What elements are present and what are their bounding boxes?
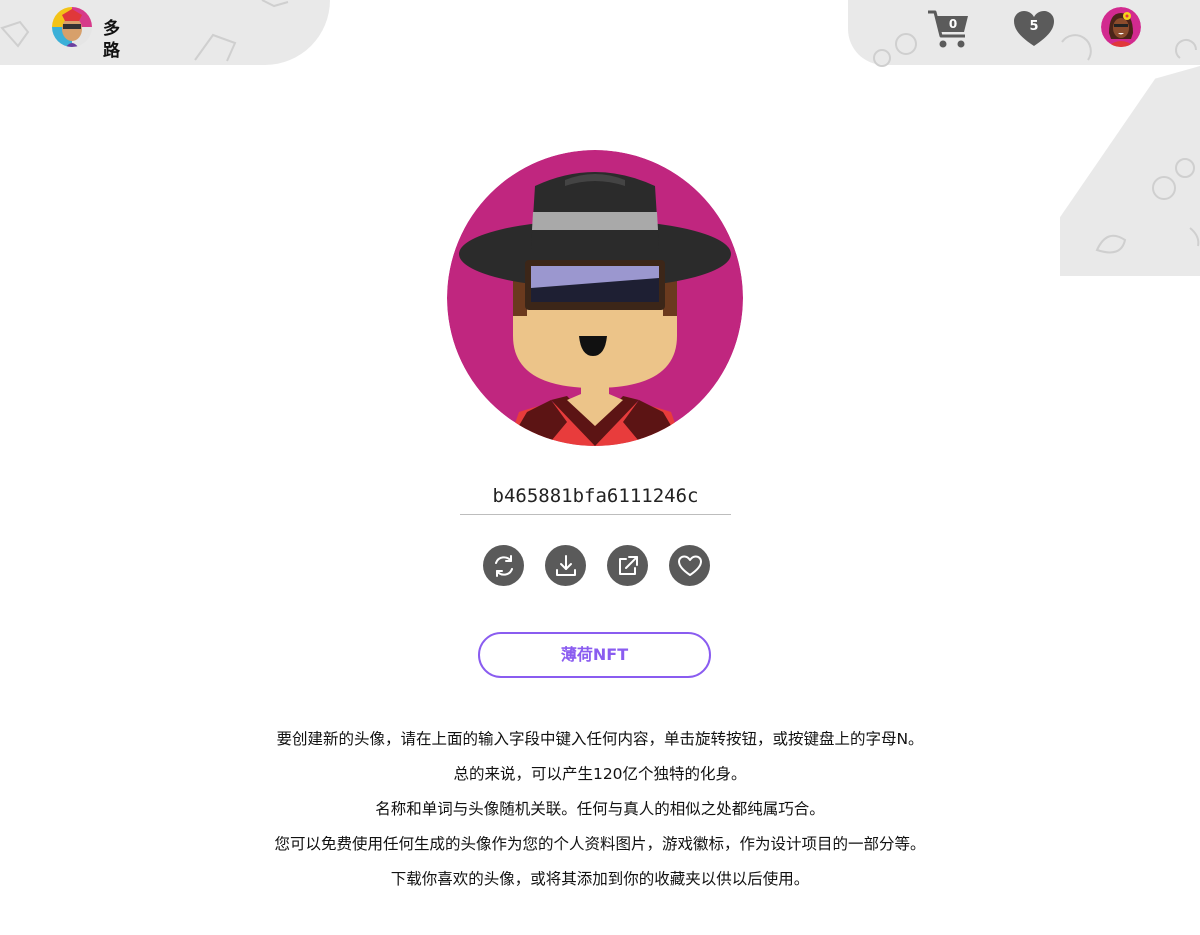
user-avatar-icon bbox=[1101, 7, 1141, 47]
cart-button[interactable]: 0 bbox=[926, 8, 972, 50]
generated-avatar bbox=[447, 150, 743, 446]
avatar-actions bbox=[483, 545, 710, 586]
cart-count: 0 bbox=[948, 17, 958, 31]
page: 多路 0 5 b465881bfa6111246c 薄荷NFT 要创建新的头像，… bbox=[0, 0, 1200, 935]
refresh-icon bbox=[494, 554, 513, 577]
description-line: 您可以免费使用任何生成的头像作为您的个人资料图片，游戏徽标，作为设计项目的一部分… bbox=[274, 835, 926, 853]
logo[interactable] bbox=[52, 7, 92, 47]
description-line: 总的来说，可以产生120亿个独特的化身。 bbox=[453, 765, 747, 783]
external-link-icon bbox=[618, 555, 638, 575]
description-line: 要创建新的头像，请在上面的输入字段中键入任何内容，单击旋转按钮，或按键盘上的字母… bbox=[276, 730, 924, 748]
download-button[interactable] bbox=[545, 545, 586, 586]
heart-outline-icon bbox=[677, 555, 702, 576]
favorites-button[interactable]: 5 bbox=[1013, 10, 1055, 48]
open-external-button[interactable] bbox=[607, 545, 648, 586]
seed-input-wrapper bbox=[460, 480, 731, 515]
favorite-button[interactable] bbox=[669, 545, 710, 586]
description-line: 下载你喜欢的头像，或将其添加到你的收藏夹以供以后使用。 bbox=[390, 870, 810, 888]
refresh-button[interactable] bbox=[483, 545, 524, 586]
multi-avatar-logo-icon bbox=[52, 7, 92, 47]
mint-nft-button[interactable]: 薄荷NFT bbox=[478, 632, 711, 678]
description-line: 名称和单词与头像随机关联。任何与真人的相似之处都纯属巧合。 bbox=[375, 800, 825, 818]
seed-input[interactable] bbox=[460, 480, 731, 512]
generated-avatar-hat-glasses bbox=[447, 150, 743, 446]
download-icon bbox=[555, 554, 576, 576]
favorites-count: 5 bbox=[1029, 19, 1039, 34]
description: 要创建新的头像，请在上面的输入字段中键入任何内容，单击旋转按钮，或按键盘上的字母… bbox=[150, 728, 1050, 903]
user-avatar[interactable] bbox=[1101, 7, 1141, 47]
brand-name[interactable]: 多路 bbox=[103, 18, 123, 62]
